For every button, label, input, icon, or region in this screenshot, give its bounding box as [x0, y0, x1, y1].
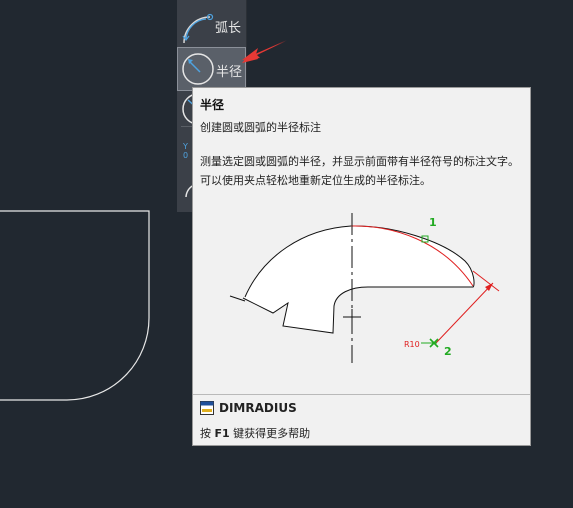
radius-tooltip: 半径 创建圆或圆弧的半径标注 测量选定圆或圆弧的半径，并显示前面带有半径符号的标… — [192, 87, 531, 446]
radius-icon — [182, 53, 214, 85]
help-hint: 按 F1 键获得更多帮助 — [200, 425, 310, 441]
command-icon — [200, 401, 214, 415]
help-prefix: 按 — [200, 427, 215, 440]
point-1-label: 1 — [429, 216, 437, 229]
tooltip-title: 半径 — [200, 98, 225, 112]
tooltip-subtitle: 创建圆或圆弧的半径标注 — [200, 121, 321, 134]
ordinate-zero-label: 0 — [183, 151, 189, 160]
tooltip-description: 测量选定圆或圆弧的半径，并显示前面带有半径符号的标注文字。可以使用夹点轻松地重新… — [200, 155, 519, 187]
radius-button[interactable]: 半径 — [177, 47, 246, 91]
tooltip-divider — [193, 394, 530, 395]
help-suffix: 键获得更多帮助 — [229, 427, 311, 440]
arc-length-button[interactable]: 弧长 — [177, 4, 246, 48]
command-name: DIMRADIUS — [219, 401, 297, 415]
drawn-rounded-shape — [0, 210, 150, 401]
ordinate-y-label: Y — [183, 142, 188, 151]
break-line — [229, 295, 246, 302]
tooltip-illustration: 1 2 R10 — [229, 213, 500, 363]
point-2-label: 2 — [444, 345, 452, 358]
radius-label: 半径 — [216, 65, 243, 80]
help-key: F1 — [214, 427, 230, 440]
callout-arrow-icon — [242, 40, 287, 63]
arc-length-label: 弧长 — [215, 21, 242, 36]
ordinate-icon: Y 0 — [183, 142, 188, 160]
dimension-text: R10 — [404, 340, 420, 349]
arc-length-icon — [182, 13, 214, 44]
dimension-line — [435, 282, 494, 344]
